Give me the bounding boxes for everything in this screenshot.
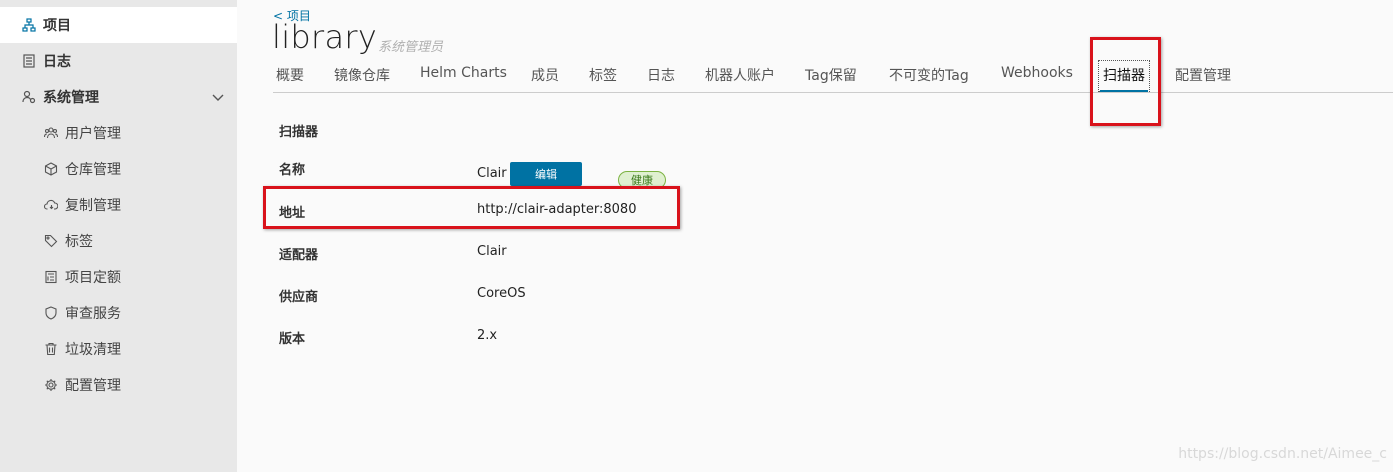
- tab-summary[interactable]: 概要: [276, 65, 304, 85]
- cloud-sync-icon: [44, 198, 58, 212]
- highlight-box-address: [263, 186, 680, 229]
- user-admin-icon: [22, 90, 36, 104]
- watermark: https://blog.csdn.net/Aimee_c: [1178, 446, 1387, 462]
- users-icon: [44, 126, 58, 140]
- cube-icon: [44, 162, 58, 176]
- tag-icon: [44, 234, 58, 248]
- sidebar-item-label: 审查服务: [65, 306, 121, 322]
- sidebar: 项目 日志 系统管理 用户管理 仓库管理 复制管理 标签 项目定额 审查服务 垃…: [0, 0, 237, 472]
- gear-icon: [44, 378, 58, 392]
- sidebar-item-label: 项目: [43, 18, 71, 34]
- vendor-label: 供应商: [279, 290, 319, 305]
- sidebar-item-replication[interactable]: 复制管理: [0, 187, 237, 223]
- sidebar-item-configuration[interactable]: 配置管理: [0, 367, 237, 403]
- name-value: Clair: [477, 166, 507, 181]
- sitemap-icon: [22, 18, 36, 32]
- tab-robot-accounts[interactable]: 机器人账户: [705, 65, 775, 85]
- tab-configuration[interactable]: 配置管理: [1175, 65, 1231, 85]
- vendor-value: CoreOS: [477, 286, 526, 301]
- sidebar-item-label: 系统管理: [43, 90, 99, 106]
- tab-labels[interactable]: 标签: [589, 65, 617, 85]
- tab-webhooks[interactable]: Webhooks: [1001, 65, 1073, 81]
- sidebar-item-user-management[interactable]: 用户管理: [0, 115, 237, 151]
- tab-helm-charts[interactable]: Helm Charts: [420, 65, 507, 81]
- adapter-value: Clair: [477, 244, 507, 259]
- sidebar-item-label: 复制管理: [65, 198, 121, 214]
- sidebar-item-label: 垃圾清理: [65, 342, 121, 358]
- sidebar-item-projects[interactable]: 项目: [0, 7, 237, 43]
- tab-logs[interactable]: 日志: [647, 65, 675, 85]
- tab-tag-retention[interactable]: Tag保留: [805, 65, 857, 85]
- tab-divider: [273, 92, 1393, 93]
- adapter-label: 适配器: [279, 248, 319, 263]
- quota-icon: [44, 270, 58, 284]
- version-value: 2.x: [477, 328, 498, 343]
- chevron-down-icon[interactable]: [211, 90, 225, 104]
- edit-button[interactable]: 编辑: [510, 162, 582, 186]
- role-label: 系统管理员: [378, 40, 444, 55]
- shield-icon: [44, 306, 58, 320]
- sidebar-item-label: 日志: [43, 54, 71, 70]
- highlight-box-scanner-tab: [1090, 37, 1161, 126]
- tab-repositories[interactable]: 镜像仓库: [334, 65, 390, 85]
- name-label: 名称: [279, 163, 306, 178]
- sidebar-item-garbage-collection[interactable]: 垃圾清理: [0, 331, 237, 367]
- sidebar-item-labels[interactable]: 标签: [0, 223, 237, 259]
- sidebar-item-label: 项目定额: [65, 270, 121, 286]
- sidebar-item-label: 标签: [65, 234, 93, 250]
- page-title: library: [272, 18, 378, 56]
- sidebar-item-system-admin[interactable]: 系统管理: [0, 79, 237, 115]
- sidebar-item-interrogation-services[interactable]: 审查服务: [0, 295, 237, 331]
- tab-immutable-tag[interactable]: 不可变的Tag: [889, 65, 969, 85]
- sidebar-item-label: 用户管理: [65, 126, 121, 142]
- sidebar-item-label: 配置管理: [65, 378, 121, 394]
- section-title: 扫描器: [279, 125, 319, 140]
- version-label: 版本: [279, 332, 306, 347]
- sidebar-item-logs[interactable]: 日志: [0, 43, 237, 79]
- tab-members[interactable]: 成员: [531, 65, 559, 85]
- sidebar-item-repo-management[interactable]: 仓库管理: [0, 151, 237, 187]
- trash-icon: [44, 342, 58, 356]
- document-icon: [22, 54, 36, 68]
- sidebar-item-label: 仓库管理: [65, 162, 121, 178]
- sidebar-item-project-quotas[interactable]: 项目定额: [0, 259, 237, 295]
